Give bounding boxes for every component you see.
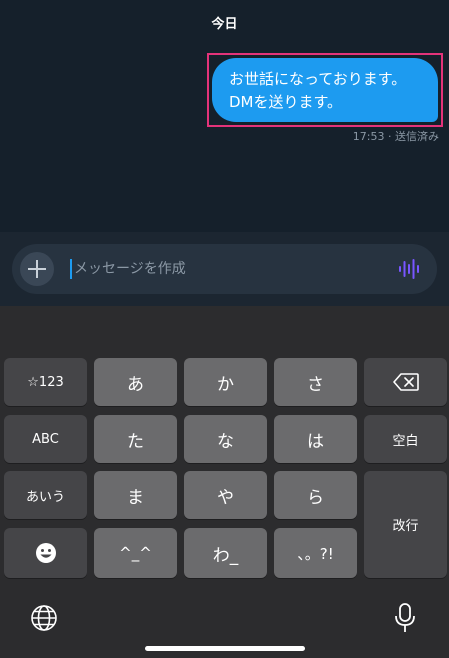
home-indicator [145, 646, 305, 651]
numbers-key[interactable]: ☆123 [4, 358, 87, 406]
chat-area: 今日 お世話になっております。 DMを送ります。 17:53 · 送信済み [0, 0, 449, 232]
key-ma[interactable]: ま [94, 471, 177, 519]
key-ha[interactable]: は [274, 415, 357, 463]
date-separator: 今日 [211, 17, 238, 32]
key-ya[interactable]: や [184, 471, 267, 519]
message-composer [12, 244, 437, 294]
key-ra[interactable]: ら [274, 471, 357, 519]
key-sa[interactable]: さ [274, 358, 357, 406]
emoji-icon [35, 543, 56, 563]
voice-waveform-icon[interactable] [397, 258, 421, 280]
microphone-icon[interactable] [394, 602, 416, 634]
key-a[interactable]: あ [94, 358, 177, 406]
message-line-1: お世話になっております。 [229, 70, 407, 88]
emoji-key[interactable] [4, 528, 87, 578]
plus-icon[interactable] [20, 252, 54, 286]
backspace-key[interactable] [364, 358, 447, 406]
hiragana-key[interactable]: あいう [4, 471, 87, 519]
message-time: 17:53 [352, 130, 385, 143]
return-key[interactable]: 改行 [364, 471, 447, 578]
key-wa[interactable]: わ_ [184, 528, 267, 578]
meta-separator: · [388, 130, 392, 143]
message-input[interactable] [74, 255, 374, 283]
kaomoji-key[interactable]: ^_^ [94, 528, 177, 578]
message-highlight-frame: お世話になっております。 DMを送ります。 [207, 53, 443, 127]
space-key[interactable]: 空白 [364, 415, 447, 463]
key-ta[interactable]: た [94, 415, 177, 463]
kaomoji-label: ^_^ [119, 544, 152, 562]
message-status: 送信済み [395, 130, 439, 143]
message-bubble[interactable]: お世話になっております。 DMを送ります。 [212, 58, 438, 122]
message-line-2: DMを送ります。 [229, 93, 342, 111]
globe-icon[interactable] [30, 604, 58, 632]
composer-bar [0, 232, 449, 306]
keyboard: ☆123 あ か さ ABC た な は 空白 あいう ま や ら 改行 ^_^… [0, 306, 449, 658]
backspace-icon [392, 373, 419, 391]
text-caret [70, 259, 72, 279]
key-ka[interactable]: か [184, 358, 267, 406]
punctuation-label: 、。?! [297, 544, 334, 563]
punctuation-key[interactable]: 、。?! [274, 528, 357, 578]
key-na[interactable]: な [184, 415, 267, 463]
abc-key[interactable]: ABC [4, 415, 87, 463]
message-meta: 17:53 · 送信済み [353, 128, 439, 144]
